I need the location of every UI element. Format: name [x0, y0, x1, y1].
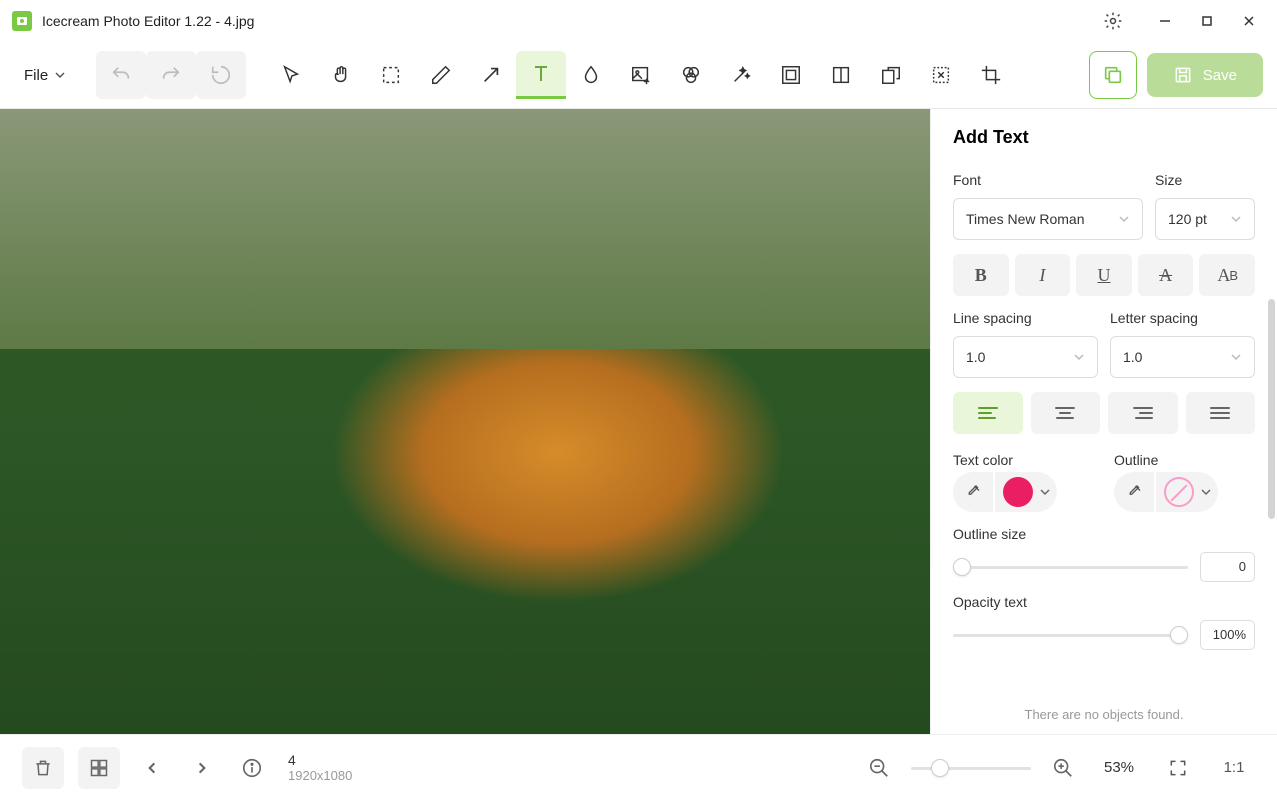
chevron-down-icon: [1200, 486, 1212, 498]
align-right-button[interactable]: [1108, 392, 1178, 434]
line-spacing-label: Line spacing: [953, 310, 1098, 326]
italic-button[interactable]: I: [1015, 254, 1071, 296]
split-tool[interactable]: [816, 51, 866, 99]
letter-spacing-label: Letter spacing: [1110, 310, 1255, 326]
next-image-button[interactable]: [184, 747, 220, 789]
titlebar: Icecream Photo Editor 1.22 - 4.jpg: [0, 0, 1277, 42]
font-value: Times New Roman: [966, 211, 1085, 227]
line-spacing-value: 1.0: [966, 349, 985, 365]
chevron-down-icon: [1073, 351, 1085, 363]
file-menu-label: File: [24, 67, 48, 84]
outline-size-label: Outline size: [953, 526, 1255, 542]
panel-title: Add Text: [953, 127, 1255, 148]
side-panel: Add Text Font Times New Roman Size 120 p…: [930, 109, 1277, 734]
text-color-eyedropper[interactable]: [953, 472, 993, 512]
app-logo-icon: [12, 11, 32, 31]
outline-color-picker[interactable]: [1156, 472, 1218, 512]
size-label: Size: [1155, 172, 1255, 188]
zoom-value: 53%: [1095, 759, 1143, 776]
pointer-tool[interactable]: [266, 51, 316, 99]
reset-button[interactable]: [196, 51, 246, 99]
chevron-down-icon: [1039, 486, 1051, 498]
redo-button[interactable]: [146, 51, 196, 99]
arrow-tool[interactable]: [466, 51, 516, 99]
opacity-slider[interactable]: [953, 626, 1188, 644]
size-value: 120 pt: [1168, 211, 1207, 227]
frame-tool[interactable]: [766, 51, 816, 99]
outline-size-slider[interactable]: [953, 558, 1188, 576]
color-filter-tool[interactable]: [666, 51, 716, 99]
font-select[interactable]: Times New Roman: [953, 198, 1143, 240]
gallery-button[interactable]: [78, 747, 120, 789]
chevron-down-icon: [54, 69, 66, 81]
line-spacing-select[interactable]: 1.0: [953, 336, 1098, 378]
marquee-tool[interactable]: [366, 51, 416, 99]
text-color-swatch: [1003, 477, 1033, 507]
image-index: 4: [288, 752, 352, 768]
delete-button[interactable]: [22, 747, 64, 789]
prev-image-button[interactable]: [134, 747, 170, 789]
size-select[interactable]: 120 pt: [1155, 198, 1255, 240]
actual-size-button[interactable]: 1:1: [1213, 747, 1255, 789]
bold-button[interactable]: B: [953, 254, 1009, 296]
add-image-tool[interactable]: [616, 51, 666, 99]
chevron-down-icon: [1230, 351, 1242, 363]
objects-empty-message: There are no objects found.: [931, 695, 1277, 734]
bottom-bar: 4 1920x1080 53% 1:1: [0, 734, 1277, 800]
text-tool[interactable]: [516, 51, 566, 99]
window-title: Icecream Photo Editor 1.22 - 4.jpg: [42, 13, 254, 29]
opacity-value[interactable]: 100%: [1200, 620, 1255, 650]
strikethrough-button[interactable]: A: [1138, 254, 1194, 296]
save-button[interactable]: Save: [1147, 53, 1263, 97]
no-outline-icon: [1164, 477, 1194, 507]
crop-tool[interactable]: [966, 51, 1016, 99]
font-label: Font: [953, 172, 1143, 188]
canvas-area[interactable]: [0, 109, 930, 734]
zoom-out-button[interactable]: [861, 747, 897, 789]
chevron-down-icon: [1230, 213, 1242, 225]
magic-wand-tool[interactable]: [716, 51, 766, 99]
hand-tool[interactable]: [316, 51, 366, 99]
image-dimensions: 1920x1080: [288, 768, 352, 783]
resize-tool[interactable]: [916, 51, 966, 99]
align-justify-button[interactable]: [1186, 392, 1256, 434]
outline-eyedropper[interactable]: [1114, 472, 1154, 512]
settings-button[interactable]: [1097, 5, 1129, 37]
copy-button[interactable]: [1089, 51, 1137, 99]
close-button[interactable]: [1233, 5, 1265, 37]
zoom-slider[interactable]: [911, 759, 1031, 777]
outline-color-label: Outline: [1114, 452, 1255, 468]
align-center-button[interactable]: [1031, 392, 1101, 434]
opacity-label: Opacity text: [953, 594, 1255, 610]
undo-button[interactable]: [96, 51, 146, 99]
info-button[interactable]: [234, 747, 270, 789]
letter-spacing-select[interactable]: 1.0: [1110, 336, 1255, 378]
toolbar: File Save: [0, 42, 1277, 109]
outline-size-value[interactable]: 0: [1200, 552, 1255, 582]
text-color-label: Text color: [953, 452, 1094, 468]
save-icon: [1173, 65, 1193, 85]
pencil-tool[interactable]: [416, 51, 466, 99]
maximize-button[interactable]: [1191, 5, 1223, 37]
smallcaps-button[interactable]: AB: [1199, 254, 1255, 296]
align-left-button[interactable]: [953, 392, 1023, 434]
file-menu[interactable]: File: [14, 59, 76, 92]
rotate-tool[interactable]: [866, 51, 916, 99]
panel-scrollbar[interactable]: [1268, 299, 1275, 519]
underline-button[interactable]: U: [1076, 254, 1132, 296]
chevron-down-icon: [1118, 213, 1130, 225]
text-color-picker[interactable]: [995, 472, 1057, 512]
letter-spacing-value: 1.0: [1123, 349, 1142, 365]
zoom-in-button[interactable]: [1045, 747, 1081, 789]
minimize-button[interactable]: [1149, 5, 1181, 37]
image-preview: [0, 109, 930, 734]
fullscreen-button[interactable]: [1157, 747, 1199, 789]
save-label: Save: [1203, 67, 1237, 84]
blur-tool[interactable]: [566, 51, 616, 99]
